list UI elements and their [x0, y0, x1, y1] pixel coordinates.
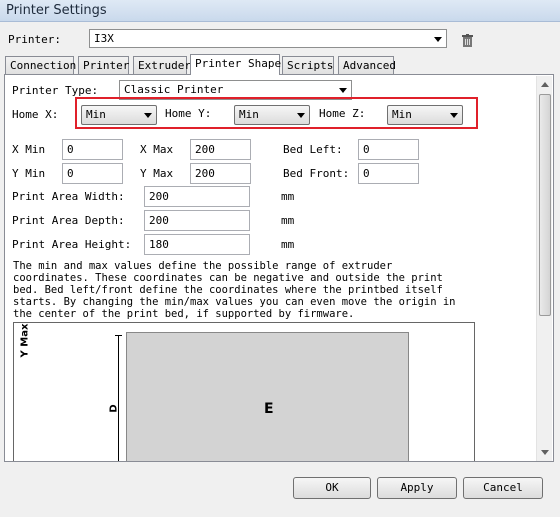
vertical-scrollbar[interactable]	[536, 76, 552, 461]
print-area-diagram: Y Max D E	[13, 322, 475, 461]
y-min-label: Y Min	[12, 167, 46, 180]
height-unit: mm	[281, 238, 295, 251]
y-axis-line	[118, 335, 119, 461]
chevron-down-icon	[450, 113, 458, 118]
home-x-label: Home X:	[12, 108, 59, 121]
home-z-select[interactable]: Min	[387, 105, 463, 125]
bed-front-input[interactable]: 0	[358, 163, 419, 184]
printer-select-value: I3X	[94, 32, 114, 45]
apply-button[interactable]: Apply	[377, 477, 457, 499]
home-z-value: Min	[392, 108, 412, 121]
window-title: Printer Settings	[6, 3, 107, 18]
home-x-select[interactable]: Min	[81, 105, 157, 125]
home-z-label: Home Z:	[319, 107, 366, 120]
scrollbar-thumb[interactable]	[539, 94, 551, 316]
x-max-input[interactable]: 200	[190, 139, 251, 160]
scroll-down-icon[interactable]	[541, 450, 549, 455]
x-max-label: X Max	[140, 143, 174, 156]
print-area-width-input[interactable]: 200	[144, 186, 250, 207]
y-max-axis-label: Y Max	[19, 323, 31, 358]
home-x-value: Min	[86, 108, 106, 121]
depth-unit: mm	[281, 214, 295, 227]
print-area-height-input[interactable]: 180	[144, 234, 250, 255]
print-area-depth-input[interactable]: 200	[144, 210, 250, 231]
y-min-input[interactable]: 0	[62, 163, 123, 184]
x-min-input[interactable]: 0	[62, 139, 123, 160]
bed-left-input[interactable]: 0	[358, 139, 419, 160]
home-y-label: Home Y:	[165, 107, 212, 120]
trash-icon[interactable]	[462, 34, 473, 47]
printer-type-label: Printer Type:	[12, 84, 99, 97]
width-unit: mm	[281, 190, 295, 203]
y-max-label: Y Max	[140, 167, 174, 180]
print-bed	[126, 332, 409, 461]
shape-description: The min and max values define the possib…	[13, 260, 456, 320]
printer-shape-panel: Printer Type: Classic Printer Home X: Mi…	[4, 74, 554, 462]
x-min-label: X Min	[12, 143, 46, 156]
scroll-up-icon[interactable]	[541, 82, 549, 87]
bed-left-label: Bed Left:	[283, 143, 343, 156]
print-area-height-label: Print Area Height:	[12, 238, 132, 251]
printer-label: Printer:	[8, 33, 61, 46]
extruder-marker: E	[264, 401, 274, 417]
tab-advanced[interactable]: Advanced	[338, 56, 396, 74]
chevron-down-icon	[297, 113, 305, 118]
bed-front-label: Bed Front:	[283, 167, 350, 180]
cancel-button[interactable]: Cancel	[463, 477, 543, 499]
printer-select[interactable]: I3X	[89, 29, 447, 48]
chevron-down-icon	[144, 113, 152, 118]
tab-connection[interactable]: Connection	[5, 56, 76, 74]
tab-printer[interactable]: Printer	[78, 56, 129, 74]
chevron-down-icon	[434, 37, 442, 42]
depth-marker: D	[108, 404, 120, 413]
ok-button[interactable]: OK	[293, 477, 371, 499]
tab-printer-shape[interactable]: Printer Shape	[190, 54, 281, 75]
y-max-input[interactable]: 200	[190, 163, 251, 184]
print-area-depth-label: Print Area Depth:	[12, 214, 125, 227]
printer-type-value: Classic Printer	[124, 83, 224, 96]
print-area-width-label: Print Area Width:	[12, 190, 125, 203]
tab-scripts[interactable]: Scripts	[282, 56, 334, 74]
home-y-select[interactable]: Min	[234, 105, 310, 125]
home-y-value: Min	[239, 108, 259, 121]
chevron-down-icon	[339, 88, 347, 93]
y-axis-tick	[115, 335, 122, 336]
tab-extruder[interactable]: Extruder	[133, 56, 191, 74]
title-bar: Printer Settings	[0, 0, 560, 22]
